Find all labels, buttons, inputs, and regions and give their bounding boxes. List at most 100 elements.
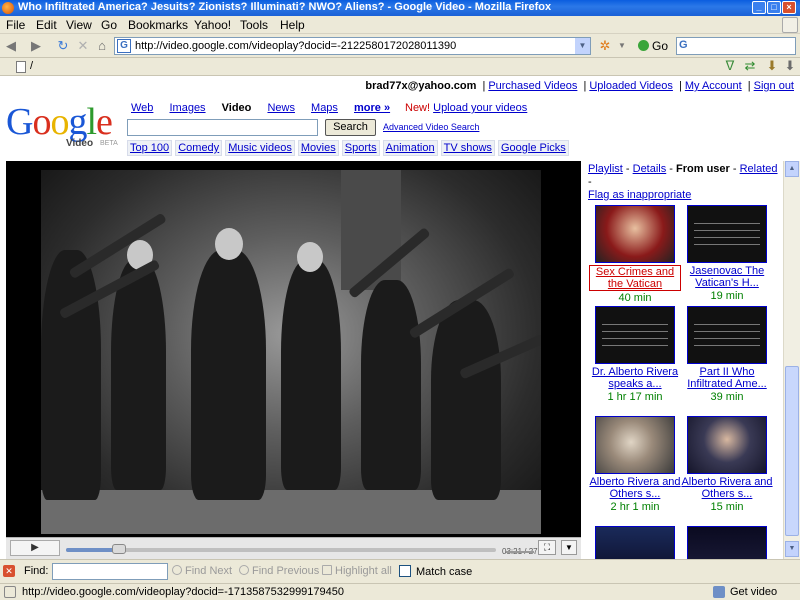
sync-icon[interactable]: ⇄ [742,58,758,74]
video-thumbnail[interactable] [687,306,767,364]
bookmark-item[interactable]: / [30,60,33,72]
video-thumbnail[interactable] [595,205,675,263]
video-thumb[interactable] [681,526,773,559]
close-find-icon[interactable]: ✕ [3,565,15,577]
tab-web[interactable]: Web [131,102,153,114]
address-url[interactable]: http://video.google.com/videoplay?docid=… [135,40,456,52]
match-case-checkbox[interactable]: Match case [399,565,472,578]
highlight-all-button[interactable]: Highlight all [322,565,392,577]
category-google-picks[interactable]: Google Picks [498,140,569,156]
address-dropdown-icon[interactable]: ▼ [575,38,590,54]
video-thumbnail[interactable] [687,416,767,474]
category-music-videos[interactable]: Music videos [225,140,295,156]
address-bar[interactable]: G http://video.google.com/videoplay?doci… [114,37,591,55]
video-thumb[interactable]: Jasenovac The Vatican's H... 19 min [681,205,773,302]
menu-edit[interactable]: Edit [36,18,57,32]
tab-images[interactable]: Images [169,102,205,114]
video-thumb[interactable]: Dr. Alberto Rivera speaks a... 1 hr 17 m… [589,306,681,403]
forward-icon[interactable]: ▶ [28,38,44,54]
video-title[interactable]: Dr. Alberto Rivera speaks a... [589,366,681,390]
seek-handle[interactable] [111,544,126,554]
upload-videos-link[interactable]: Upload your videos [433,102,527,114]
go-button[interactable]: Go [638,39,668,53]
tab-video[interactable]: Video [222,102,252,114]
uploaded-videos-link[interactable]: Uploaded Videos [589,80,673,92]
category-movies[interactable]: Movies [297,140,339,156]
related-link[interactable]: Related [740,163,778,175]
side-scrollbar[interactable]: ▲ ▼ [783,161,800,559]
category-tv-shows[interactable]: TV shows [440,140,495,156]
search-button[interactable]: Search [325,119,376,136]
video-thumb[interactable] [589,526,681,559]
purchased-videos-link[interactable]: Purchased Videos [488,80,577,92]
video-title[interactable]: Alberto Rivera and Others s... [589,476,681,500]
video-thumbnail[interactable] [595,526,675,559]
tab-maps[interactable]: Maps [311,102,338,114]
video-frame[interactable] [41,170,541,534]
video-title[interactable]: Alberto Rivera and Others s... [681,476,773,500]
flag-inappropriate-link[interactable]: Flag as inappropriate [588,189,691,201]
video-thumb[interactable]: Sex Crimes and the Vatican 40 min [589,205,681,304]
seek-bar[interactable]: 03:21 / 27:15 [66,544,549,556]
get-video-button[interactable]: Get video [730,586,777,598]
video-title[interactable]: Part II Who Infiltrated Ame... [681,366,773,390]
video-thumb[interactable]: Part II Who Infiltrated Ame... 39 min [681,306,773,403]
addon-icon[interactable]: ⬇ [782,58,798,74]
video-player[interactable] [6,161,581,559]
video-thumbnail[interactable] [595,306,675,364]
menu-help[interactable]: Help [280,18,305,32]
scroll-down-icon[interactable]: ▼ [785,541,799,557]
menu-file[interactable]: File [6,18,25,32]
video-thumbnail[interactable] [687,205,767,263]
checkbox-icon[interactable] [399,565,411,577]
video-thumb[interactable]: Alberto Rivera and Others s... 15 min [681,416,773,513]
tab-news[interactable]: News [267,102,295,114]
menu-view[interactable]: View [66,18,92,32]
player-menu-icon[interactable]: ▼ [561,540,577,555]
video-thumbnail[interactable] [687,526,767,559]
menu-yahoo[interactable]: Yahoo! [194,18,231,32]
download-icon[interactable]: ⬇ [764,58,780,74]
from-user-tab[interactable]: From user [676,163,730,175]
dropdown-icon[interactable]: ▼ [614,38,630,54]
playlist-link[interactable]: Playlist [588,163,623,175]
category-comedy[interactable]: Comedy [175,140,223,156]
close-window-button[interactable]: × [782,1,796,14]
menu-go[interactable]: Go [101,18,117,32]
scroll-up-icon[interactable]: ▲ [785,161,799,177]
volume-control[interactable] [506,544,534,553]
back-icon[interactable]: ◀ [3,38,19,54]
my-account-link[interactable]: My Account [685,80,742,92]
video-search-input[interactable] [127,119,318,136]
video-title[interactable]: Sex Crimes and the Vatican [589,265,681,291]
advanced-search-link[interactable]: Advanced Video Search [383,122,479,132]
video-title[interactable]: Jasenovac The Vatican's H... [681,265,773,289]
category-top-100[interactable]: Top 100 [127,140,173,156]
category-animation[interactable]: Animation [382,140,438,156]
google-favicon-icon: G [117,39,131,53]
video-thumb[interactable]: Alberto Rivera and Others s... 2 hr 1 mi… [589,416,681,513]
scroll-thumb[interactable] [785,366,799,536]
go-icon [638,40,649,51]
play-icon[interactable]: ▶ [10,540,60,556]
video-thumbnail[interactable] [595,416,675,474]
google-video-logo[interactable]: Google Video BETA [6,102,124,150]
stop-icon[interactable]: ✕ [75,38,91,54]
home-icon[interactable]: ⌂ [94,38,110,54]
extension-icon[interactable]: ᐁ [722,58,738,74]
sign-out-link[interactable]: Sign out [754,80,794,92]
fullscreen-icon[interactable]: ⛶ [538,540,556,555]
category-sports[interactable]: Sports [341,140,380,156]
find-next-button[interactable]: Find Next [172,565,232,577]
details-link[interactable]: Details [633,163,667,175]
search-engine-box[interactable]: G [676,37,796,55]
menu-tools[interactable]: Tools [240,18,268,32]
yahoo-toolbar-icon[interactable]: ✲ [597,38,613,54]
maximize-button[interactable]: □ [767,1,781,14]
find-previous-button[interactable]: Find Previous [239,565,319,577]
tab-more[interactable]: more » [354,102,390,114]
reload-icon[interactable]: ↻ [55,38,71,54]
menu-bookmarks[interactable]: Bookmarks [128,18,188,32]
find-input[interactable] [52,563,168,580]
minimize-button[interactable]: _ [752,1,766,14]
